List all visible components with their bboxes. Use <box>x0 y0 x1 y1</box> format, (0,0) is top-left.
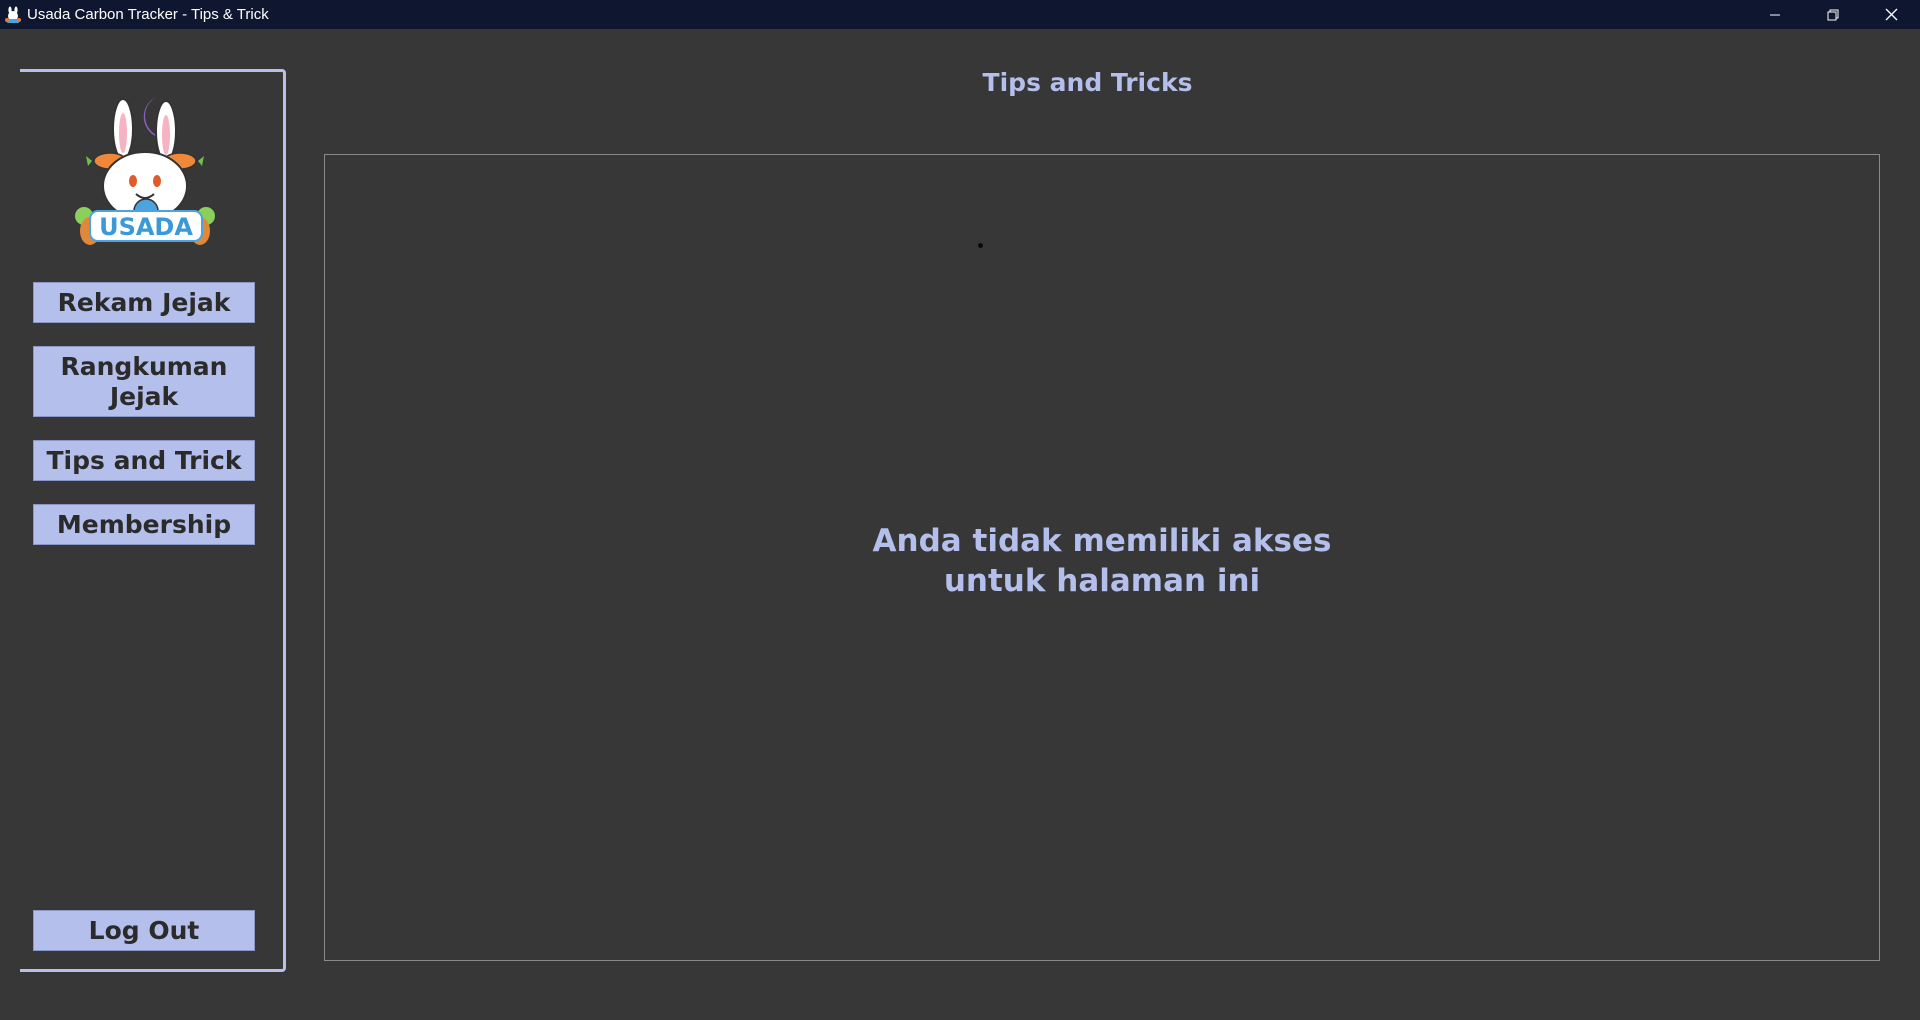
window-title: Usada Carbon Tracker - Tips & Trick <box>27 6 269 23</box>
no-access-message-line2: untuk halaman ini <box>943 563 1261 599</box>
minimize-icon <box>1770 14 1780 15</box>
restore-button[interactable] <box>1804 0 1862 29</box>
no-access-message-line1: Anda tidak memiliki akses <box>872 523 1332 559</box>
sidebar: USADA Rekam Jejak Rangkuman Jejak Tips a… <box>20 69 286 972</box>
nav-rangkuman-jejak-button[interactable]: Rangkuman Jejak <box>33 346 255 417</box>
nav-membership-label: Membership <box>56 509 232 539</box>
content-panel: Anda tidak memiliki akses untuk halaman … <box>324 154 1880 961</box>
logout-button[interactable]: Log Out <box>33 910 255 951</box>
logout-label: Log Out <box>88 915 200 945</box>
nav-tips-and-trick-button[interactable]: Tips and Trick <box>33 440 255 481</box>
nav-rekam-jejak-button[interactable]: Rekam Jejak <box>33 282 255 323</box>
window-titlebar: Usada Carbon Tracker - Tips & Trick <box>0 0 1920 29</box>
nav-membership-button[interactable]: Membership <box>33 504 255 545</box>
minimize-button[interactable] <box>1746 0 1804 29</box>
close-icon <box>1885 8 1897 21</box>
stray-dot <box>978 243 983 248</box>
page-title: Tips and Tricks <box>982 68 1193 97</box>
app-icon <box>3 5 23 25</box>
nav-rangkuman-jejak-label-line1: Rangkuman <box>60 351 228 381</box>
nav-rangkuman-jejak-label-line2: Jejak <box>109 381 179 411</box>
nav-rekam-jejak-label: Rekam Jejak <box>57 287 231 317</box>
restore-icon <box>1827 9 1839 20</box>
window-controls <box>1746 0 1920 29</box>
close-button[interactable] <box>1862 0 1920 29</box>
logo-text: USADA <box>99 213 193 241</box>
no-access-message: Anda tidak memiliki akses untuk halaman … <box>325 521 1879 601</box>
nav-tips-and-trick-label: Tips and Trick <box>46 445 242 475</box>
usada-bunny-logo: USADA <box>68 91 224 251</box>
